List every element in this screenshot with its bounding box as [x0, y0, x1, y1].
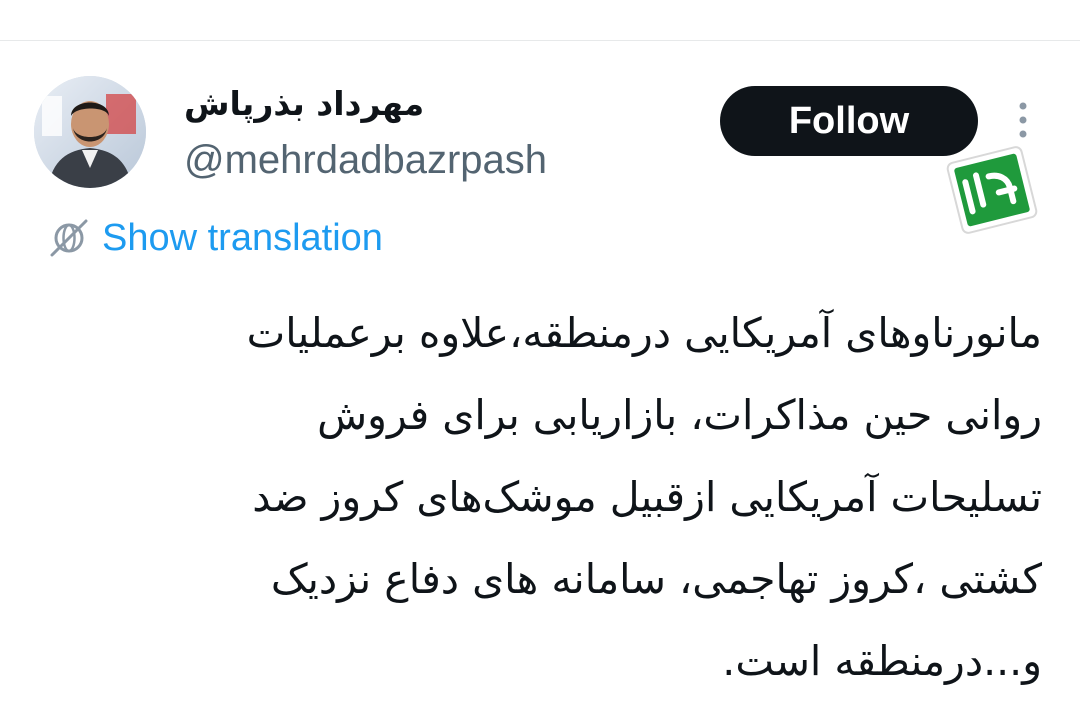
author-handle[interactable]: @mehrdadbazrpash	[184, 137, 547, 183]
author-avatar[interactable]	[34, 76, 146, 188]
tweet-text-line: تسلیحات آمریکایی ازقبیل موشک‌های کروز ضد	[252, 473, 1042, 521]
tweet-text-line: روانی حین مذاکرات، بازاریابی برای فروش	[317, 391, 1042, 439]
top-divider	[0, 40, 1080, 41]
watermark-logo	[944, 142, 1040, 238]
tweet-text-line: کشتی ،کروز تهاجمی، سامانه های دفاع نزدیک	[270, 555, 1042, 603]
avatar-photo-icon	[34, 76, 146, 188]
tweet-text-line: و...درمنطقه است.	[722, 637, 1042, 685]
show-translation-label[interactable]: Show translation	[102, 217, 383, 260]
tweet-text-line: مانورناوهای آمریکایی درمنطقه،علاوه برعمل…	[246, 309, 1042, 357]
follow-button[interactable]: Follow	[720, 86, 978, 156]
translate-globe-icon	[50, 219, 88, 257]
author-display-name[interactable]: مهرداد بذرپاش	[184, 82, 424, 126]
more-vertical-icon[interactable]	[1010, 100, 1036, 140]
tweet-text: مانورناوهای آمریکایی درمنطقه،علاوه برعمل…	[82, 292, 1042, 702]
show-translation-link[interactable]: Show translation	[46, 214, 383, 262]
